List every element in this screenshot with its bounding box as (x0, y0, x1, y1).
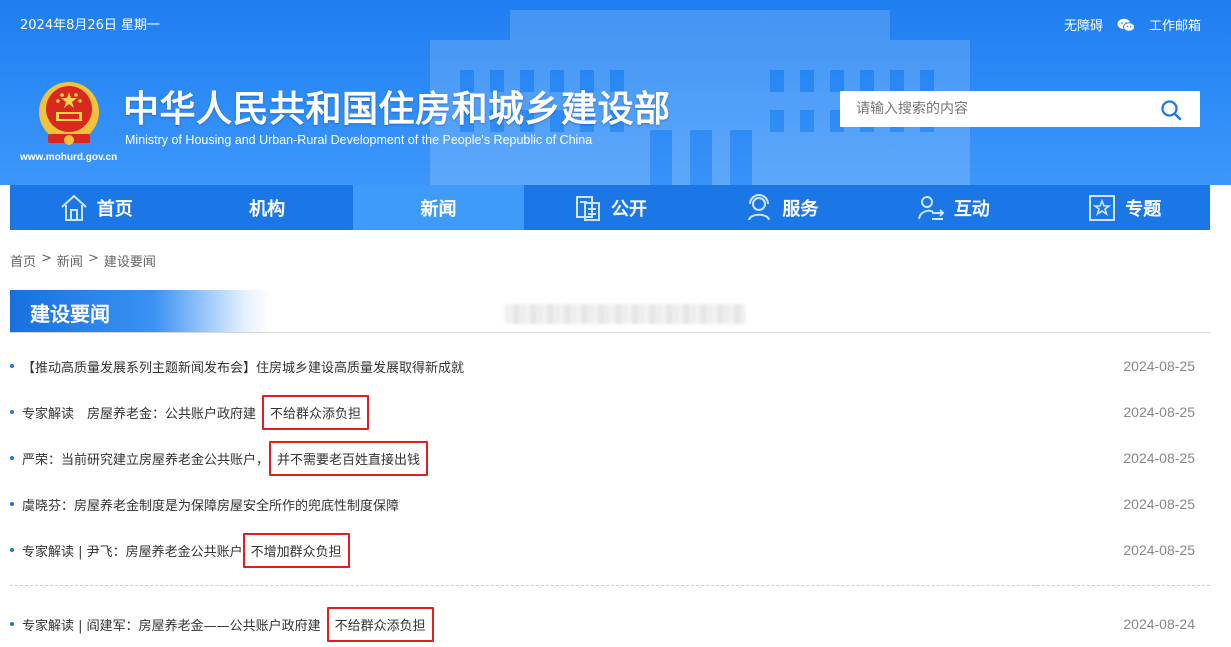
nav-label: 专题 (1125, 198, 1162, 220)
bullet-dot (10, 456, 14, 460)
home-icon (61, 194, 87, 221)
nav-item-public[interactable]: 公开 (524, 185, 695, 230)
highlighted-phrase: 不增加群众负担 (242, 532, 350, 568)
nav-label: 机构 (249, 198, 286, 220)
main-nav: 首页 机构 新闻 公开 服务 互动 专题 (10, 185, 1210, 230)
list-divider (10, 585, 1210, 586)
search-input[interactable] (840, 92, 1150, 126)
news-title: 严荣：当前研究建立房屋养老金公共账户， (22, 452, 270, 468)
highlighted-phrase: 不给群众添负担 (262, 394, 370, 430)
bullet-dot (10, 502, 14, 506)
news-link[interactable]: 专家解读 房屋养老金：公共账户政府建 不给群众添负担 (22, 394, 370, 430)
site-title: 中华人民共和国住房和城乡建设部 (123, 89, 671, 130)
news-date: 2024-08-25 (1123, 542, 1195, 558)
news-date: 2024-08-25 (1123, 496, 1195, 512)
search-icon[interactable] (1160, 99, 1182, 121)
news-link[interactable]: 专家解读 | 阎建军：房屋养老金——公共账户政府建 不给群众添负担 (22, 606, 434, 642)
nav-label: 新闻 (420, 198, 457, 220)
national-emblem-icon[interactable] (34, 78, 104, 150)
nav-item-home[interactable]: 首页 (10, 185, 181, 230)
nav-item-interaction[interactable]: 互动 (867, 185, 1038, 230)
nav-label: 互动 (953, 198, 990, 220)
news-link[interactable]: 严荣：当前研究建立房屋养老金公共账户， 并不需要老百姓直接出钱 (22, 440, 429, 476)
wechat-icon[interactable] (1117, 18, 1135, 32)
news-title: 专家解读 | 阎建军：房屋养老金——公共账户政府建 (22, 618, 321, 634)
search-box (840, 91, 1200, 127)
highlighted-phrase: 不给群众添负担 (326, 606, 434, 642)
nav-label: 服务 (782, 198, 819, 220)
service-person-icon (748, 193, 771, 220)
news-title: 专家解读 | 尹飞：房屋养老金公共账户 (22, 544, 243, 560)
site-url: www.mohurd.gov.cn (20, 152, 118, 163)
breadcrumb-current[interactable]: 建设要闻 (104, 251, 156, 270)
breadcrumb-separator: > (87, 251, 99, 266)
top-links: 无障碍 工作邮箱 (1064, 15, 1201, 34)
nav-label: 公开 (610, 198, 647, 220)
work-mail-link[interactable]: 工作邮箱 (1149, 15, 1201, 34)
list-item: 专家解读 | 阎建军：房屋养老金——公共账户政府建 不给群众添负担 2024-0… (10, 601, 1210, 647)
blurred-overlay (505, 304, 745, 324)
interaction-person-icon (917, 195, 945, 220)
breadcrumb-news[interactable]: 新闻 (57, 251, 83, 270)
site-header: 2024年8月26日 星期一 无障碍 工作邮箱 www.mohurd.gov.c… (0, 0, 1231, 185)
bullet-dot (10, 622, 14, 626)
current-date: 2024年8月26日 星期一 (20, 18, 161, 33)
breadcrumb-separator: > (41, 251, 52, 266)
bullet-dot (10, 410, 14, 414)
nav-item-service[interactable]: 服务 (696, 185, 867, 230)
breadcrumb-home[interactable]: 首页 (10, 251, 36, 270)
news-link[interactable]: 专家解读 | 尹飞：房屋养老金公共账户 不增加群众负担 (22, 532, 350, 568)
list-item: 专家解读 | 尹飞：房屋养老金公共账户 不增加群众负担 2024-08-25 (10, 527, 1210, 573)
accessibility-link[interactable]: 无障碍 (1064, 15, 1103, 34)
nav-item-topics[interactable]: 专题 (1039, 185, 1210, 230)
section-header: 建设要闻 (10, 290, 1210, 333)
news-title: 虞晓芬：房屋养老金制度是为保障房屋安全所作的兜底性制度保障 (22, 498, 400, 514)
list-item: 【推动高质量发展系列主题新闻发布会】住房城乡建设高质量发展取得新成就 2024-… (10, 343, 1210, 389)
nav-item-agencies[interactable]: 机构 (181, 185, 352, 230)
nav-label: 首页 (96, 198, 133, 220)
bullet-dot (10, 548, 14, 552)
news-title: 【推动高质量发展系列主题新闻发布会】住房城乡建设高质量发展取得新成就 (22, 360, 465, 376)
news-date: 2024-08-25 (1123, 450, 1195, 466)
star-box-icon (1089, 194, 1116, 221)
news-title: 专家解读 房屋养老金：公共账户政府建 (22, 406, 257, 422)
bullet-dot (10, 364, 14, 368)
news-date: 2024-08-24 (1123, 616, 1195, 632)
list-item: 严荣：当前研究建立房屋养老金公共账户， 并不需要老百姓直接出钱 2024-08-… (10, 435, 1210, 481)
news-link[interactable]: 虞晓芬：房屋养老金制度是为保障房屋安全所作的兜底性制度保障 (22, 495, 399, 514)
site-title-english: Ministry of Housing and Urban-Rural Deve… (125, 133, 593, 147)
news-date: 2024-08-25 (1123, 358, 1195, 374)
section-title: 建设要闻 (10, 290, 272, 332)
nav-item-news[interactable]: 新闻 (352, 185, 525, 230)
document-icon (575, 195, 600, 221)
breadcrumb: 首页 > 新闻 > 建设要闻 (10, 251, 156, 270)
news-link[interactable]: 【推动高质量发展系列主题新闻发布会】住房城乡建设高质量发展取得新成就 (22, 357, 464, 376)
highlighted-phrase: 并不需要老百姓直接出钱 (269, 440, 429, 476)
list-item: 专家解读 房屋养老金：公共账户政府建 不给群众添负担 2024-08-25 (10, 389, 1210, 435)
list-item: 虞晓芬：房屋养老金制度是为保障房屋安全所作的兜底性制度保障 2024-08-25 (10, 481, 1210, 527)
news-date: 2024-08-25 (1123, 404, 1195, 420)
